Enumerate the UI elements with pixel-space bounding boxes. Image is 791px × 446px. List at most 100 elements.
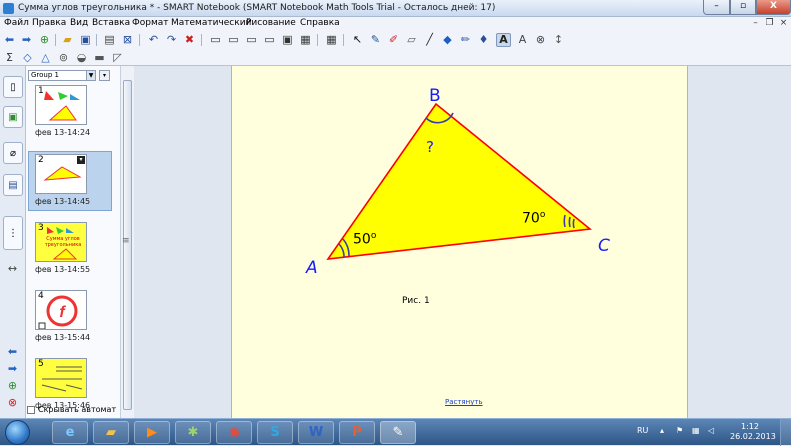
page-sorter-tab-icon[interactable]: ▯ <box>3 76 23 98</box>
maximize-button[interactable]: ▫ <box>730 0 756 15</box>
page-thumbnail-1[interactable]: 1 <box>35 85 87 125</box>
language-indicator[interactable]: RU <box>637 426 648 435</box>
smart-notebook-task-icon[interactable]: ✎ <box>380 421 416 444</box>
autohide-checkbox[interactable] <box>27 405 35 414</box>
clock-date: 26.02.2013 <box>730 432 776 441</box>
ie-icon[interactable]: e <box>52 421 88 444</box>
paste-icon[interactable]: ▤ <box>102 33 117 47</box>
open-folder-icon[interactable]: ▰ <box>60 33 75 47</box>
mdi-minimize-icon[interactable]: – <box>749 17 762 30</box>
tray-network-icon[interactable]: ▦ <box>692 426 700 435</box>
skype-icon[interactable]: S <box>257 421 293 444</box>
pen-icon[interactable]: ✎ <box>368 33 383 47</box>
protractor-icon[interactable]: ◒ <box>74 51 89 65</box>
select-arrow-icon[interactable]: ↖ <box>350 33 365 47</box>
line-icon[interactable]: ╱ <box>422 33 437 47</box>
page-canvas[interactable]: B A C ? 50o 70o Рис. 1 Растянуть <box>231 66 688 418</box>
menu-insert[interactable]: Вставка <box>92 18 130 28</box>
thumbnail-1-shapes <box>44 91 80 121</box>
right-pane <box>688 66 791 418</box>
group-menu-icon[interactable]: ▾ <box>99 70 110 81</box>
properties-tab-icon[interactable]: ▤ <box>3 174 23 196</box>
eraser-icon[interactable]: ▱ <box>404 33 419 47</box>
undo-icon[interactable]: ↶ <box>146 33 161 47</box>
page-thumbnail-5[interactable]: 5 <box>35 358 87 398</box>
page-thumbnail-2[interactable]: 2 ▾ <box>35 154 87 194</box>
group-select[interactable]: Group 1 ▼ <box>28 70 96 81</box>
compass-icon[interactable]: ⊚ <box>56 51 71 65</box>
more-tools-icon[interactable]: ↕ <box>551 33 566 47</box>
powerpoint-icon[interactable]: P <box>339 421 375 444</box>
ruler-icon[interactable]: ▬ <box>92 51 107 65</box>
shape-pen-icon[interactable]: ◇ <box>20 51 35 65</box>
delete-page-icon[interactable]: ⊠ <box>120 33 135 47</box>
menu-format[interactable]: Формат <box>132 18 169 28</box>
word-icon[interactable]: W <box>298 421 334 444</box>
mdi-restore-icon[interactable]: ❐ <box>763 17 776 30</box>
redo-icon[interactable]: ↷ <box>164 33 179 47</box>
forward-arrow-icon[interactable]: ➡ <box>19 33 34 47</box>
angle-arc-c-outer <box>563 214 566 228</box>
sorter-delete-page-icon[interactable]: ⊗ <box>5 396 20 410</box>
tray-clock[interactable]: 1:12 26.02.2013 <box>730 422 776 442</box>
text-format-icon[interactable]: A <box>515 33 530 47</box>
start-button[interactable] <box>5 420 30 445</box>
gallery-tab-icon[interactable]: ▣ <box>3 106 23 128</box>
group-select-label: Group 1 <box>31 71 59 79</box>
tray-volume-icon[interactable]: ◁ <box>708 426 714 435</box>
magic-pen-icon[interactable]: ✏ <box>458 33 473 47</box>
menu-draw[interactable]: Рисование <box>246 18 296 28</box>
resize-arrows-icon[interactable]: ↔ <box>5 262 20 276</box>
sorter-forward-icon[interactable]: ➡ <box>5 362 20 376</box>
chrome-icon[interactable]: ◉ <box>216 421 252 444</box>
vertex-label-c: C <box>598 236 610 256</box>
page-thumbnail-4[interactable]: 4 f <box>35 290 87 330</box>
menu-help[interactable]: Справка <box>300 18 340 28</box>
add-page-icon[interactable]: ⊕ <box>37 33 52 47</box>
menu-math[interactable]: Математический <box>171 18 251 28</box>
shape-recognition-icon[interactable]: ⊗ <box>533 33 548 47</box>
math-toolbar: Σ ◇ △ ⊚ ◒ ▬ ◸ <box>0 49 791 66</box>
geodreieck-icon[interactable]: ◸ <box>110 51 125 65</box>
show-desktop-button[interactable] <box>780 419 791 446</box>
text-icon[interactable]: A <box>496 33 511 47</box>
expand-panel-icon[interactable]: ⋮ <box>3 216 23 250</box>
vertex-label-b: B <box>429 86 441 106</box>
close-button[interactable]: X <box>756 0 791 15</box>
display-icon[interactable]: ▭ <box>244 33 259 47</box>
minimize-button[interactable]: – <box>703 0 730 15</box>
sigma-icon[interactable]: Σ <box>2 51 17 65</box>
app-icon <box>3 3 14 14</box>
autohide-toggle[interactable]: Скрывать автомат <box>27 405 116 414</box>
tray-flag-icon[interactable]: ⚑ <box>676 426 683 435</box>
creative-pen-icon[interactable]: ✐ <box>386 33 401 47</box>
sorter-back-icon[interactable]: ⬅ <box>5 345 20 359</box>
title-bar: Сумма углов треугольника * - SMART Noteb… <box>0 0 791 17</box>
attachments-tab-icon[interactable]: ⌀ <box>3 142 23 164</box>
mdi-close-icon[interactable]: × <box>777 17 790 30</box>
program-icon[interactable]: ✱ <box>175 421 211 444</box>
document-camera-icon[interactable]: ▦ <box>298 33 313 47</box>
screen-shade-icon[interactable]: ▭ <box>208 33 223 47</box>
tray-expand-icon[interactable]: ▴ <box>660 426 664 435</box>
triangle-icon[interactable]: △ <box>38 51 53 65</box>
fill-icon[interactable]: ♦ <box>476 33 491 47</box>
stretch-link[interactable]: Растянуть <box>445 398 483 406</box>
explorer-folder-icon[interactable]: ▰ <box>93 421 129 444</box>
menu-view[interactable]: Вид <box>70 18 88 28</box>
back-arrow-icon[interactable]: ⬅ <box>2 33 17 47</box>
menu-file[interactable]: Файл <box>4 18 29 28</box>
save-icon[interactable]: ▣ <box>78 33 93 47</box>
table-icon[interactable]: ▦ <box>324 33 339 47</box>
capture-icon[interactable]: ▣ <box>280 33 295 47</box>
fullscreen-icon[interactable]: ▭ <box>226 33 241 47</box>
sorter-add-page-icon[interactable]: ⊕ <box>5 379 20 393</box>
page-label-1: фев 13-14:24 <box>35 128 91 137</box>
splitter-grip-icon[interactable]: ≡ <box>122 236 130 246</box>
delete-icon[interactable]: ✖ <box>182 33 197 47</box>
page-thumbnail-3[interactable]: 3 Сумма углов треугольника <box>35 222 87 262</box>
dual-page-icon[interactable]: ▭ <box>262 33 277 47</box>
shapes-icon[interactable]: ◆ <box>440 33 455 47</box>
media-player-icon[interactable]: ▶ <box>134 421 170 444</box>
menu-edit[interactable]: Правка <box>32 18 66 28</box>
